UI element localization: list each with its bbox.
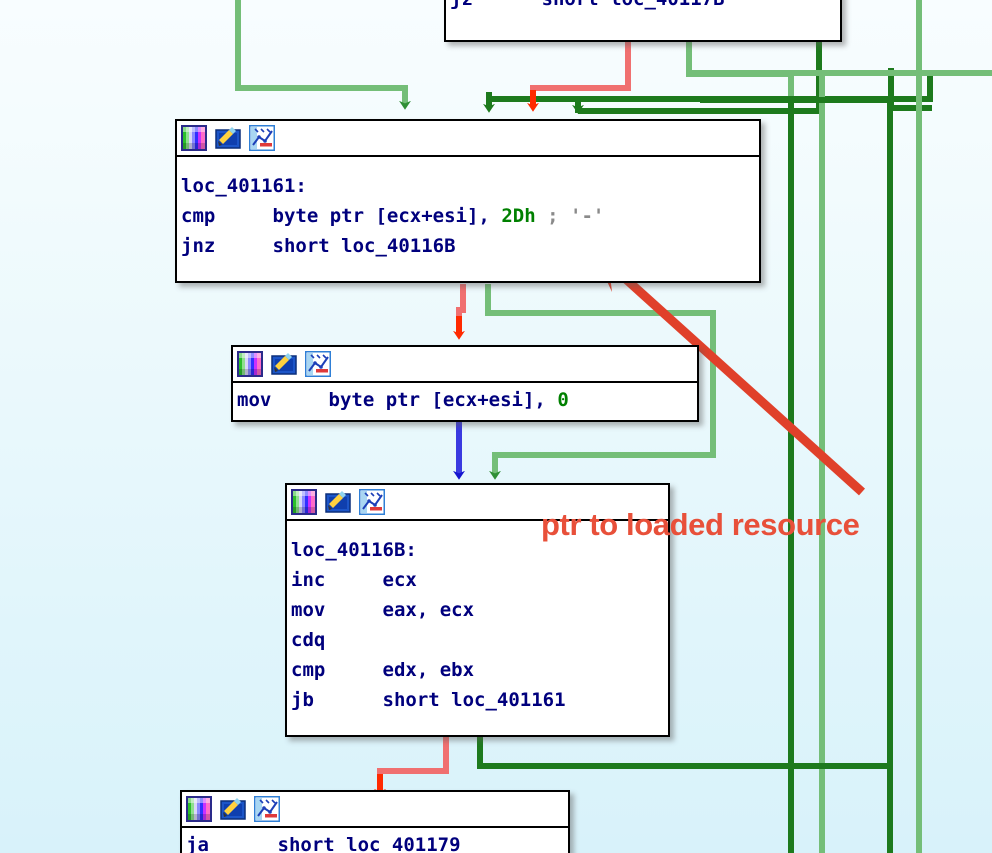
code-number: 2Dh <box>501 205 536 227</box>
code-mnemonic: mov <box>291 599 326 621</box>
code-spacer <box>325 599 382 621</box>
block-code-top: test edi, edi jz short loc_40117B <box>446 0 840 18</box>
code-spacer <box>314 689 383 711</box>
basic-block-loc-401161[interactable]: loc_401161: cmp byte ptr [ecx+esi], 2Dh … <box>175 119 761 283</box>
block-code-loc-40116B: loc_40116B: inc ecx mov eax, ecx cdq cmp… <box>287 521 668 719</box>
basic-block-test-edi[interactable]: test edi, edi jz short loc_40117B <box>444 0 842 42</box>
block-code-mov-zero: mov byte ptr [ecx+esi], 0 <box>233 383 697 419</box>
graph-chart-icon[interactable] <box>305 351 331 377</box>
code-operands: byte ptr [ecx+esi], <box>272 205 502 227</box>
graph-chart-icon[interactable] <box>359 489 385 515</box>
basic-block-mov-zero[interactable]: mov byte ptr [ecx+esi], 0 <box>231 345 699 422</box>
code-operands: short loc_401161 <box>382 689 566 711</box>
block-toolbar[interactable] <box>233 347 697 383</box>
color-palette-icon[interactable] <box>291 489 317 515</box>
code-spacer <box>559 205 570 227</box>
code-mnemonic: cdq <box>291 629 326 651</box>
block-code-ja-401179: ja short loc_401179 <box>182 828 568 853</box>
code-mnemonic: jnz <box>181 235 216 257</box>
color-palette-icon[interactable] <box>181 125 207 151</box>
code-spacer <box>215 205 272 227</box>
color-palette-icon[interactable] <box>186 796 212 822</box>
code-number: 0 <box>557 389 569 411</box>
code-mnemonic: ja <box>186 834 209 853</box>
code-operands: eax, ecx <box>382 599 475 621</box>
code-operands: short loc_401179 <box>277 834 461 853</box>
annotation-label: ptr to loaded resource <box>541 507 860 542</box>
code-mnemonic: jb <box>291 689 314 711</box>
edit-pencil-icon[interactable] <box>325 489 351 515</box>
block-toolbar[interactable] <box>177 121 759 157</box>
code-mnemonic: cmp <box>181 205 216 227</box>
color-palette-icon[interactable] <box>237 351 263 377</box>
code-spacer <box>536 205 547 227</box>
code-spacer <box>325 569 382 591</box>
edit-pencil-icon[interactable] <box>215 125 241 151</box>
graph-canvas[interactable]: test edi, edi jz short loc_40117B <box>0 0 992 853</box>
block-code-loc-401161: loc_401161: cmp byte ptr [ecx+esi], 2Dh … <box>177 157 759 265</box>
code-label: loc_40116B: <box>291 539 417 561</box>
graph-chart-icon[interactable] <box>254 796 280 822</box>
code-operands: ecx <box>382 569 417 591</box>
code-mnemonic: mov <box>237 389 272 411</box>
code-operands: byte ptr [ecx+esi], <box>328 389 558 411</box>
basic-block-ja-401179[interactable]: ja short loc_401179 <box>180 790 570 853</box>
code-mnemonic: inc <box>291 569 326 591</box>
code-operands: edx, ebx <box>382 659 475 681</box>
edit-pencil-icon[interactable] <box>220 796 246 822</box>
code-char-literal: '-' <box>570 205 605 227</box>
edit-pencil-icon[interactable] <box>271 351 297 377</box>
code-operands: short loc_40117B <box>542 0 725 10</box>
code-spacer <box>325 659 382 681</box>
code-spacer <box>215 235 272 257</box>
code-operands: short loc_40116B <box>272 235 456 257</box>
graph-chart-icon[interactable] <box>249 125 275 151</box>
code-comment-marker: ; <box>547 205 559 227</box>
block-toolbar[interactable] <box>182 792 568 828</box>
code-spacer <box>271 389 328 411</box>
code-label: loc_401161: <box>181 175 307 197</box>
code-spacer <box>209 834 278 853</box>
code-mnemonic: cmp <box>291 659 326 681</box>
code-mnemonic: jz <box>450 0 473 10</box>
code-spacer <box>473 0 542 10</box>
